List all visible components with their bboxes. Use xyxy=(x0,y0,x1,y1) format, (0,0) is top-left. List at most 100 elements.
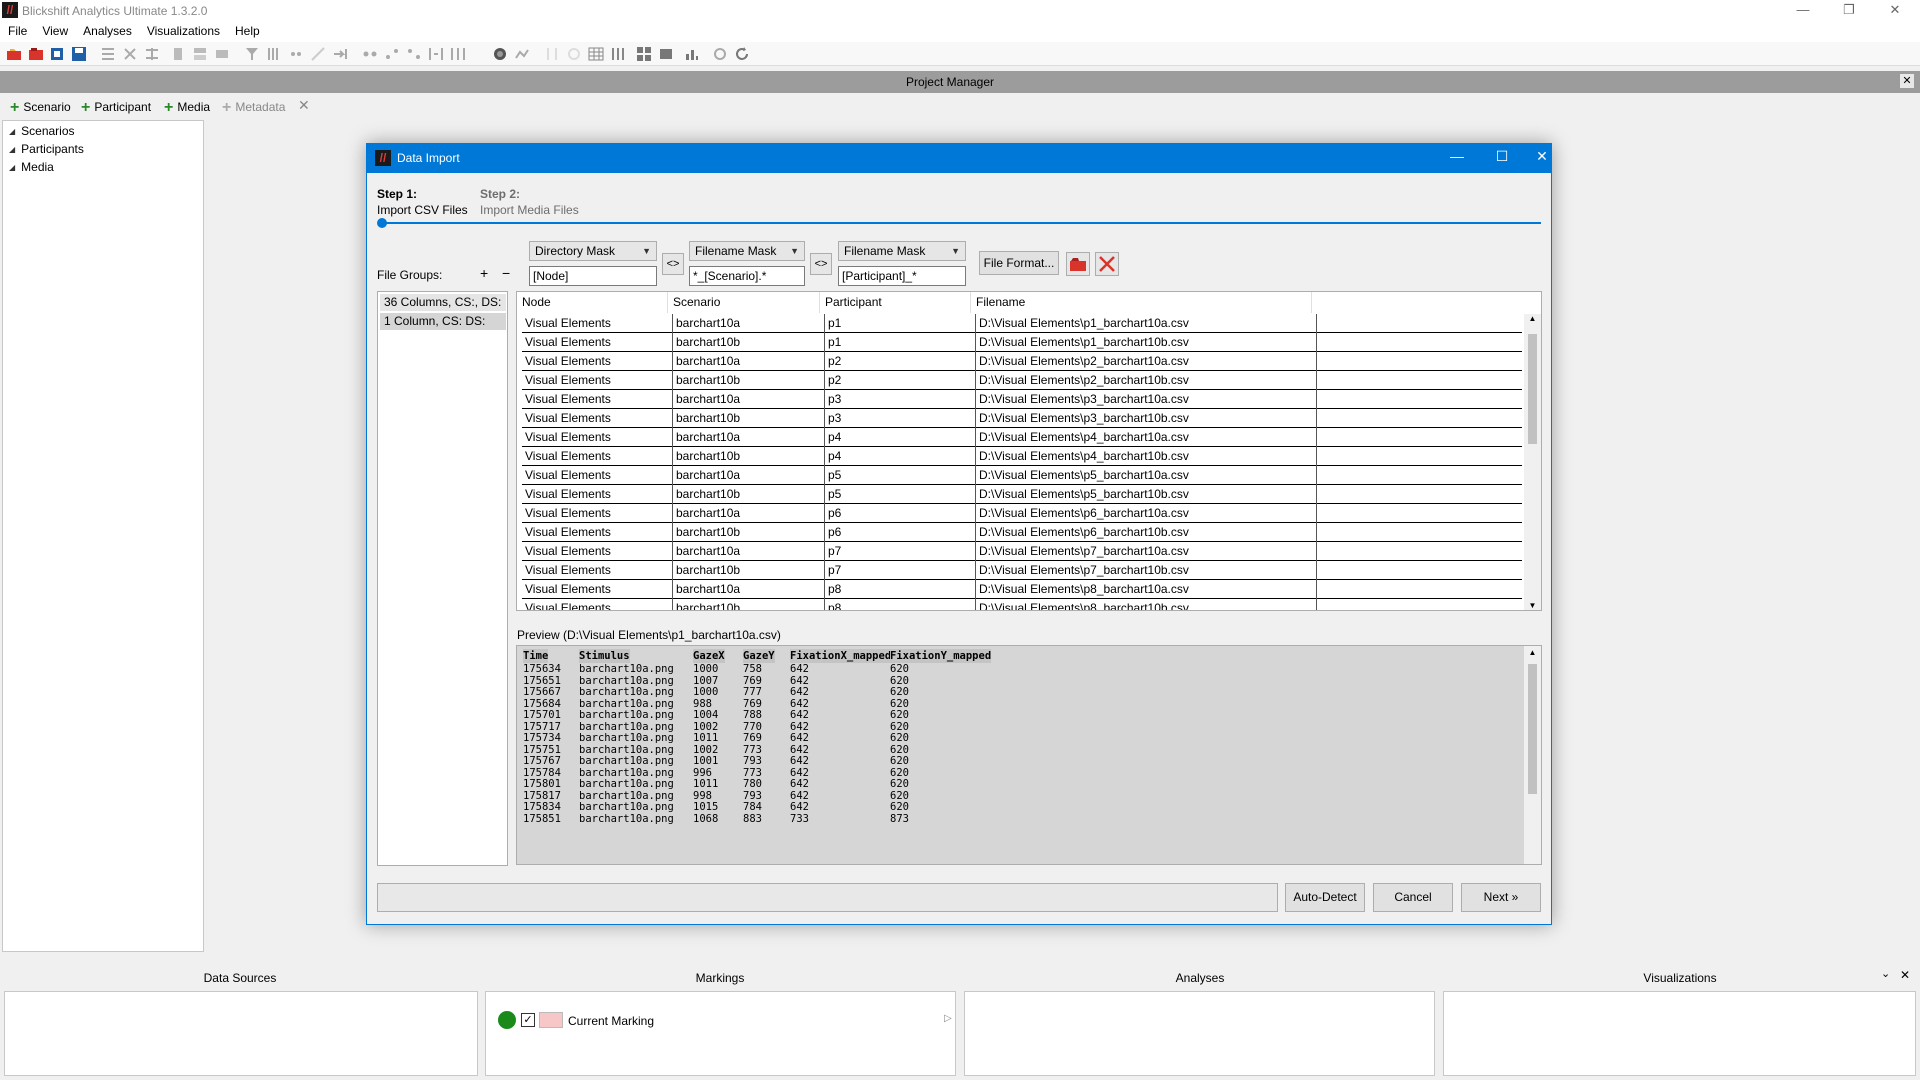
open-folder-icon[interactable] xyxy=(1066,252,1090,276)
toolbar-tool-15-icon[interactable] xyxy=(428,46,444,62)
scroll-down-icon[interactable]: ▼ xyxy=(1524,601,1541,610)
table-row[interactable]: Visual Elements barchart10b p6 D:\Visual El… xyxy=(522,523,1532,542)
new-project-icon[interactable] xyxy=(6,46,22,62)
toolbar-tool-4-icon[interactable] xyxy=(170,46,186,62)
directory-mask-input[interactable]: [Node] xyxy=(529,266,657,286)
table-row[interactable]: Visual Elements barchart10b p3 D:\Visual El… xyxy=(522,409,1532,428)
table-row[interactable]: Visual Elements barchart10b p1 D:\Visual El… xyxy=(522,333,1532,352)
table-row[interactable]: Visual Elements barchart10a p2 D:\Visual El… xyxy=(522,352,1532,371)
filter-icon[interactable] xyxy=(244,46,260,62)
file-group-item[interactable]: 36 Columns, CS:, DS: xyxy=(380,294,506,311)
toolbar-tool-6-icon[interactable] xyxy=(214,46,230,62)
directory-mask-combo[interactable]: Directory Mask ▼ xyxy=(529,241,657,261)
toolbar-tool-10-icon[interactable] xyxy=(310,46,326,62)
remove-files-icon[interactable] xyxy=(1095,252,1119,276)
toolbar-tool-8-icon[interactable] xyxy=(266,46,282,62)
grid-scrollbar-thumb[interactable] xyxy=(1528,334,1537,444)
collapse-panels-icon[interactable]: ⌄ xyxy=(1881,967,1890,980)
toolbar-tool-5-icon[interactable] xyxy=(192,46,208,62)
filename-mask-combo-2[interactable]: Filename Mask ▼ xyxy=(838,241,966,261)
toolbar-tool-20-icon[interactable] xyxy=(566,46,582,62)
open-project-icon[interactable] xyxy=(28,46,44,62)
close-panels-icon[interactable]: ✕ xyxy=(1900,968,1910,982)
delete-icon[interactable]: ✕ xyxy=(298,97,310,114)
grid-view-icon[interactable] xyxy=(636,46,652,62)
table-row[interactable]: Visual Elements barchart10a p4 D:\Visual El… xyxy=(522,428,1532,447)
refresh-icon[interactable] xyxy=(734,46,750,62)
remove-group-icon[interactable]: − xyxy=(502,265,510,281)
table-icon[interactable] xyxy=(588,46,604,62)
toolbar-tool-24-icon[interactable] xyxy=(658,46,674,62)
preview-scrollbar-thumb[interactable] xyxy=(1528,664,1537,794)
save-icon[interactable] xyxy=(71,46,87,62)
preview-scrollbar[interactable]: ▲ xyxy=(1524,646,1541,864)
tree-item-participants[interactable]: ◢ Participants xyxy=(9,142,84,156)
project-manager-close-icon[interactable]: ✕ xyxy=(1900,74,1914,88)
table-row[interactable]: Visual Elements barchart10a p8 D:\Visual El… xyxy=(522,580,1532,599)
marking-checkbox[interactable]: ✓ xyxy=(521,1013,535,1027)
participant-mask-input[interactable]: [Participant]_* xyxy=(838,266,966,286)
menu-help[interactable]: Help xyxy=(227,22,267,38)
toolbar-tool-13-icon[interactable] xyxy=(384,46,400,62)
add-scenario-button[interactable]: + Scenario xyxy=(10,99,71,117)
record-icon[interactable] xyxy=(492,46,508,62)
file-format-button[interactable]: File Format... xyxy=(979,251,1059,275)
toolbar-tool-9-icon[interactable] xyxy=(288,46,304,62)
grid-header-scenario[interactable]: Scenario xyxy=(668,292,820,313)
swap-mask-button-2[interactable]: <> xyxy=(810,253,832,275)
scenario-mask-input[interactable]: *_[Scenario].* xyxy=(689,266,805,286)
table-row[interactable]: Visual Elements barchart10a p3 D:\Visual El… xyxy=(522,390,1532,409)
toolbar-tool-19-icon[interactable] xyxy=(544,46,560,62)
toolbar-tool-1-icon[interactable] xyxy=(100,46,116,62)
toolbar-tool-11-icon[interactable] xyxy=(332,46,348,62)
toolbar-tool-16-icon[interactable] xyxy=(450,46,466,62)
toolbar-tool-14-icon[interactable] xyxy=(406,46,422,62)
table-row[interactable]: Visual Elements barchart10b p4 D:\Visual El… xyxy=(522,447,1532,466)
step-1[interactable]: Step 1: Import CSV Files xyxy=(377,186,468,218)
menu-analyses[interactable]: Analyses xyxy=(75,22,139,38)
restore-icon[interactable]: ❐ xyxy=(1826,0,1872,22)
scroll-up-icon[interactable]: ▲ xyxy=(1524,314,1541,323)
file-group-item[interactable]: 1 Column, CS: DS: xyxy=(380,313,506,330)
swap-mask-button-1[interactable]: <> xyxy=(662,253,684,275)
marking-color-dot[interactable] xyxy=(498,1011,516,1029)
table-row[interactable]: Visual Elements barchart10b p2 D:\Visual El… xyxy=(522,371,1532,390)
add-participant-button[interactable]: + Participant xyxy=(81,99,151,117)
tree-item-media[interactable]: ◢ Media xyxy=(9,160,54,174)
expand-icon[interactable]: ◢ xyxy=(9,127,15,136)
grid-header-filename[interactable]: Filename xyxy=(971,292,1312,313)
filename-mask-combo-1[interactable]: Filename Mask ▼ xyxy=(689,241,805,261)
expand-icon[interactable]: ◢ xyxy=(9,145,15,154)
table-row[interactable]: Visual Elements barchart10a p1 D:\Visual El… xyxy=(522,314,1532,333)
grid-header-participant[interactable]: Participant xyxy=(820,292,971,313)
dialog-minimize-icon[interactable]: — xyxy=(1437,148,1477,164)
toolbar-tool-2-icon[interactable] xyxy=(122,46,138,62)
toolbar-tool-18-icon[interactable] xyxy=(514,46,530,62)
table-row[interactable]: Visual Elements barchart10b p7 D:\Visual El… xyxy=(522,561,1532,580)
dialog-maximize-icon[interactable]: ☐ xyxy=(1482,148,1522,165)
dialog-close-icon[interactable]: ✕ xyxy=(1527,148,1557,165)
menu-file[interactable]: File xyxy=(0,22,34,38)
grid-header-node[interactable]: Node xyxy=(517,292,668,313)
cancel-button[interactable]: Cancel xyxy=(1373,883,1453,912)
toolbar-tool-12-icon[interactable] xyxy=(362,46,378,62)
marking-swatch[interactable] xyxy=(539,1012,563,1028)
tree-item-scenarios[interactable]: ◢ Scenarios xyxy=(9,124,75,138)
table-row[interactable]: Visual Elements barchart10a p7 D:\Visual El… xyxy=(522,542,1532,561)
menu-view[interactable]: View xyxy=(34,22,75,38)
markings-expand-icon[interactable]: ▷ xyxy=(944,1013,952,1024)
table-row[interactable]: Visual Elements barchart10a p6 D:\Visual El… xyxy=(522,504,1532,523)
minimize-icon[interactable]: — xyxy=(1780,0,1826,22)
import-icon[interactable] xyxy=(49,46,65,62)
toolbar-tool-3-icon[interactable] xyxy=(144,46,160,62)
table-row[interactable]: Visual Elements barchart10b p5 D:\Visual El… xyxy=(522,485,1532,504)
step-2[interactable]: Step 2: Import Media Files xyxy=(480,186,579,218)
toolbar-tool-22-icon[interactable] xyxy=(610,46,626,62)
menu-visualizations[interactable]: Visualizations xyxy=(139,22,227,38)
auto-detect-button[interactable]: Auto-Detect xyxy=(1285,883,1365,912)
settings-icon[interactable] xyxy=(712,46,728,62)
scroll-up-icon[interactable]: ▲ xyxy=(1524,648,1541,657)
add-metadata-button[interactable]: + Metadata xyxy=(222,99,285,117)
close-window-icon[interactable]: ✕ xyxy=(1872,0,1918,22)
grid-scrollbar[interactable]: ▲ ▼ xyxy=(1524,314,1541,610)
